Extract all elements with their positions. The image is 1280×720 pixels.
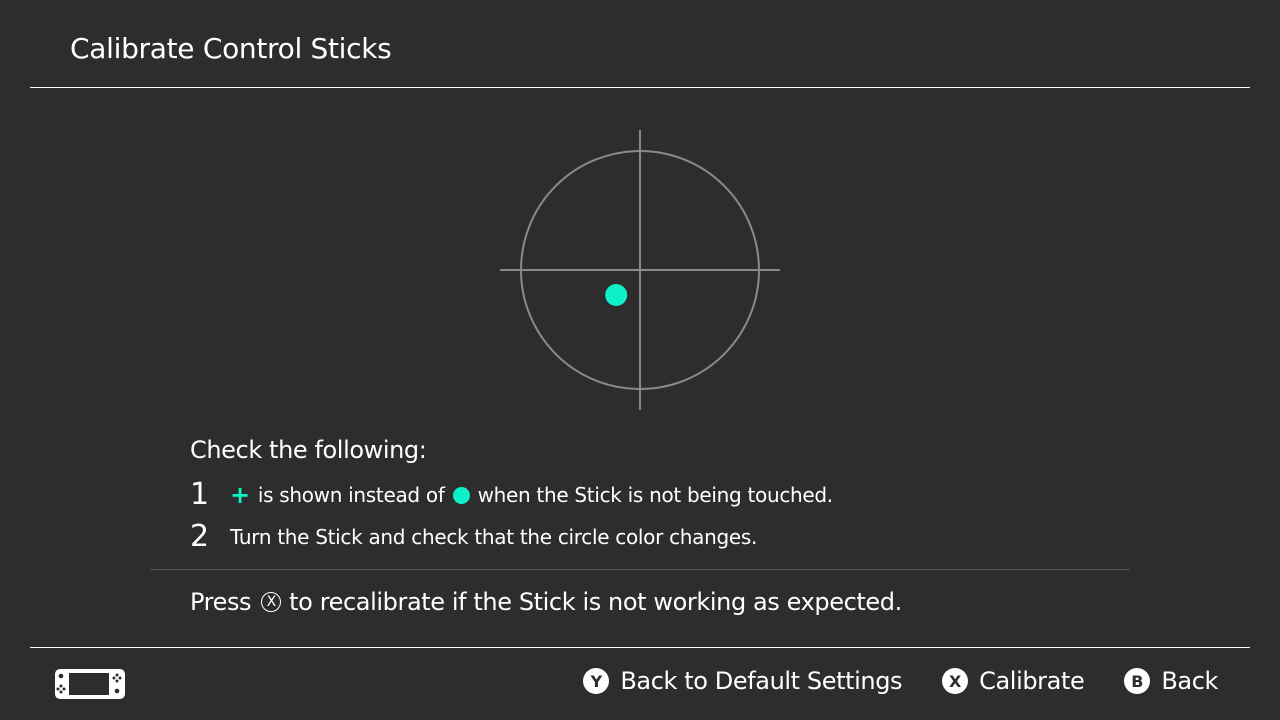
header-divider <box>30 87 1250 88</box>
instructions-heading: Check the following: <box>190 436 427 464</box>
page-title: Calibrate Control Sticks <box>70 32 392 65</box>
instruction-number: 2 <box>190 519 210 554</box>
dot-icon <box>452 486 470 504</box>
x-button-icon: X <box>261 592 282 612</box>
back-button[interactable]: B Back <box>1124 667 1218 695</box>
instruction-text: when the Stick is not being touched. <box>477 483 834 507</box>
instruction-item: 1 + is shown instead of when the Stick i… <box>190 480 833 510</box>
footer-divider <box>30 647 1250 648</box>
hint-prefix: Press <box>190 588 252 616</box>
action-label: Back <box>1161 667 1218 695</box>
instruction-number: 1 <box>190 477 210 512</box>
recalibrate-hint: Press X to recalibrate if the Stick is n… <box>190 588 902 616</box>
b-button-icon: B <box>1124 668 1151 694</box>
stick-position-dot <box>605 283 628 306</box>
instruction-text: Turn the Stick and check that the circle… <box>230 525 758 549</box>
instruction-item: 2 Turn the Stick and check that the circ… <box>190 522 757 552</box>
stick-visualizer <box>500 130 780 410</box>
section-divider <box>150 569 1130 570</box>
action-label: Back to Default Settings <box>620 667 903 695</box>
x-button-icon: X <box>942 668 969 694</box>
action-label: Calibrate <box>979 667 1085 695</box>
calibrate-button[interactable]: X Calibrate <box>942 667 1085 695</box>
back-to-default-settings-button[interactable]: Y Back to Default Settings <box>583 667 903 695</box>
hint-suffix: to recalibrate if the Stick is not worki… <box>289 588 902 616</box>
instruction-text: is shown instead of <box>257 483 445 507</box>
plus-icon: + <box>230 481 250 509</box>
y-button-icon: Y <box>583 668 610 694</box>
footer-actions: Y Back to Default Settings X Calibrate B… <box>583 667 1218 695</box>
handheld-console-icon <box>55 669 125 699</box>
